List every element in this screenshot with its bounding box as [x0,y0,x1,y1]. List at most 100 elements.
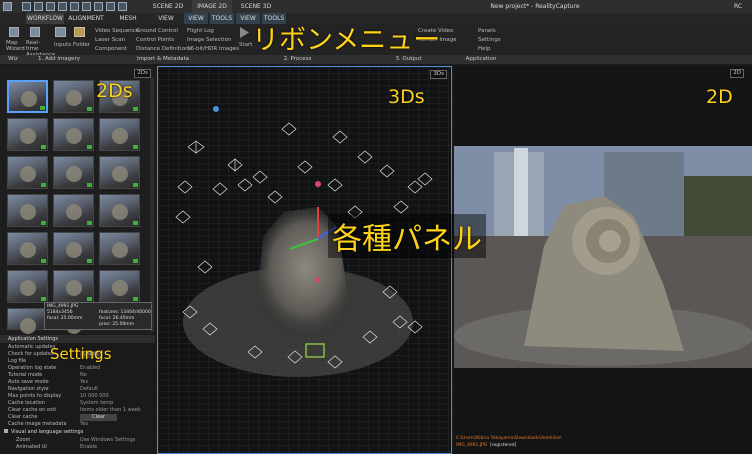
folder-icon[interactable] [74,27,85,37]
thumbnail[interactable] [7,118,48,151]
annotation-3ds: 3Ds [388,86,425,108]
setting-value: 10 000 000 [80,393,109,399]
tab-image-2d[interactable]: IMAGE 2D [192,0,232,13]
setting-row[interactable]: Cache location System temp [8,400,148,407]
layout-2-icon[interactable] [34,2,43,11]
thumbnail[interactable] [7,194,48,227]
group-wiz: Wiz [8,56,18,62]
menu-mesh-model[interactable]: MESH MODEL [108,13,148,33]
thumbnail[interactable] [53,232,94,265]
layout-8-icon[interactable] [106,2,115,11]
pivot-point[interactable] [213,106,219,112]
tab-scene-3d[interactable]: SCENE 3D [236,0,276,13]
component-button[interactable]: Component [95,46,127,52]
setting-key: Automatic updates [8,344,56,350]
annotation-ribbon: リボンメニュー [252,25,441,56]
setting-key: Clear cache [8,414,38,420]
menu-view-2[interactable]: VIEW [184,13,208,24]
setting-row[interactable]: Clear cache Clear [8,414,148,421]
setting-key: Clear cache on exit [8,407,57,413]
user-badge[interactable]: RC [728,0,748,13]
ground-control-button[interactable]: Ground Control [136,28,178,34]
thumbnail[interactable] [99,270,140,303]
thumbnail[interactable] [7,232,48,265]
map-wizard-icon[interactable] [9,27,19,37]
settings-button[interactable]: Settings [478,37,501,43]
title-bar: SCENE 2D IMAGE 2D SCENE 3D New project* … [0,0,752,13]
section-label: Visual and language settings [11,429,84,435]
map-wizard-label[interactable]: Map Wizard [6,40,25,52]
thumbnail[interactable] [53,270,94,303]
menu-view-1[interactable]: VIEW [152,13,180,24]
thumbnail[interactable] [53,156,94,189]
layout-1-icon[interactable] [22,2,31,11]
setting-row[interactable]: Max points to display 10 000 000 [8,393,148,400]
folder-label[interactable]: Folder [73,42,90,48]
tab-scene-2d[interactable]: SCENE 2D [148,0,188,13]
panel-2ds: 2Ds IMG_4991.JPG 5184x3456 focal: 25.00m… [0,66,155,334]
thumbnail-tooltip: IMG_4991.JPG 5184x3456 focal: 25.00mm fe… [44,302,152,330]
clear-cache-button[interactable]: Clear [80,414,118,421]
realtime-assistance-icon[interactable] [30,27,40,37]
setting-value: Use Windows Settings [80,437,136,443]
setting-row[interactable]: Animated UI Enable [16,444,156,451]
thumbnail[interactable] [7,156,48,189]
thumbnail[interactable] [99,232,140,265]
thumbnail[interactable] [7,270,48,303]
collapse-icon[interactable] [4,429,8,433]
image-filename: IMG_4991.JPG [456,443,488,448]
flight-log-button[interactable]: Flight Log [187,28,214,34]
inputs-label[interactable]: Inputs [54,42,71,48]
panel-3ds-viewport[interactable]: 3Ds [157,66,452,454]
start-button[interactable]: Start [239,42,252,48]
group-add-imagery: 1. Add imagery [37,56,81,62]
group-application: Application [465,56,497,62]
window-title: New project* - RealityCapture [490,3,580,10]
thumbnail[interactable] [99,194,140,227]
setting-key: Check for updates [8,351,54,357]
thumbnail[interactable] [99,156,140,189]
layout-7-icon[interactable] [94,2,103,11]
menu-alignment[interactable]: ALIGNMENT [68,13,104,24]
setting-row[interactable]: Navigation style Default [8,386,148,393]
video-sequence-button[interactable]: Video Sequence [95,28,139,34]
setting-value: Enable [80,444,98,450]
thumbnail[interactable] [53,80,94,113]
setting-row[interactable]: Tutorial mode No [8,372,148,379]
hdr-images-button[interactable]: 16-bit/HDR Images [187,46,239,52]
setting-key: Tutorial mode [8,372,43,378]
setting-value: No [80,372,87,378]
thumbnail[interactable] [99,118,140,151]
setting-row[interactable]: Cache image metadata Yes [8,421,148,428]
layout-5-icon[interactable] [70,2,79,11]
menu-workflow[interactable]: WORKFLOW [26,13,64,24]
photo-preview [454,66,752,430]
menu-tools-1[interactable]: TOOLS [210,13,234,24]
help-button[interactable]: Help [478,46,491,52]
layout-4-icon[interactable] [58,2,67,11]
setting-row[interactable]: Auto save mode Yes [8,379,148,386]
thumbnail[interactable] [7,80,48,113]
setting-key: Navigation style [8,386,49,392]
setting-row[interactable]: Operation log state Enabled [8,365,148,372]
thumbnail[interactable] [53,118,94,151]
thumbs-scrollbar[interactable] [150,78,154,332]
panel-2d-image[interactable]: 2D C:\Users\Kibira Yokayama\Downloads\An… [454,66,752,454]
thumbnail[interactable] [7,308,48,334]
image-selection-button[interactable]: Image Selection [187,37,231,43]
tooltip-focal: focal: 25.00mm [47,316,83,321]
laser-scan-button[interactable]: Laser Scan [95,37,125,43]
layout-6-icon[interactable] [82,2,91,11]
inputs-icon[interactable] [55,27,66,37]
thumbnail[interactable] [53,194,94,227]
setting-section-visual[interactable]: Visual and language settings [4,429,144,436]
setting-value: Default [80,386,99,392]
control-points-button[interactable]: Control Points [136,37,174,43]
panel-2ds-tag: 2Ds [134,69,151,78]
setting-row[interactable]: Zoom Use Windows Settings [16,437,156,444]
layout-9-icon[interactable] [118,2,127,11]
distance-definitions-button[interactable]: Distance Definitions [136,46,191,52]
panels-button[interactable]: Panels [478,28,496,34]
setting-row[interactable]: Clear cache on exit Items older than 1 we… [8,407,148,414]
layout-3-icon[interactable] [46,2,55,11]
